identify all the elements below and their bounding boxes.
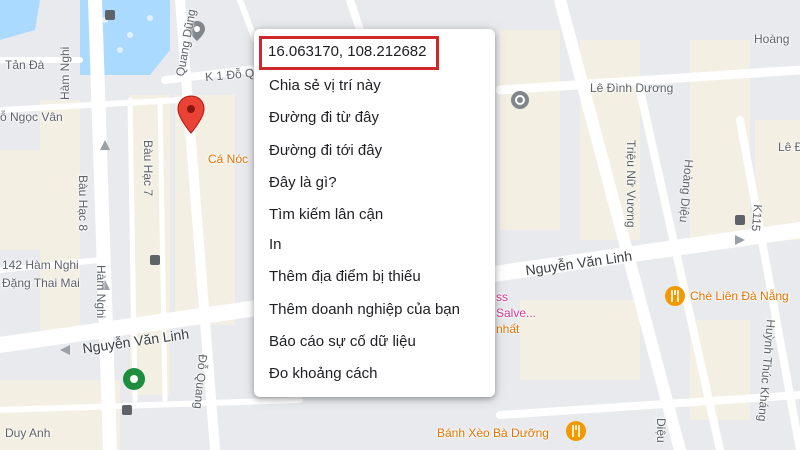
map-label: Lê Đ	[778, 140, 800, 154]
menu-item-add-missing-place[interactable]: Thêm địa điểm bị thiếu	[269, 268, 421, 285]
map-label: Hoàng	[754, 32, 790, 46]
menu-item-whats-here[interactable]: Đây là gì?	[269, 174, 337, 191]
menu-item-directions-from[interactable]: Đường đi từ đây	[269, 109, 379, 126]
map-label: 142 Hàm Nghi	[2, 258, 79, 272]
map-label: Diệu	[654, 418, 668, 443]
attraction-icon[interactable]	[510, 90, 530, 110]
menu-item-print[interactable]: In	[269, 236, 282, 253]
green-poi-icon[interactable]	[122, 367, 146, 391]
map-label: Triệu Nữ Vương	[624, 140, 638, 228]
coordinates-item[interactable]: 16.063170, 108.212682	[268, 43, 427, 60]
map-label: Bàu Hạc 8	[76, 175, 90, 232]
map-label: K115	[748, 203, 765, 233]
map-label: Tản Đà	[5, 58, 45, 72]
map-label: Duy Anh	[5, 426, 51, 440]
map-label: nhất	[496, 322, 520, 336]
restaurant-icon[interactable]	[565, 420, 587, 442]
menu-item-add-business[interactable]: Thêm doanh nghiệp của bạn	[269, 301, 460, 318]
menu-item-report-data-problem[interactable]: Báo cáo sự cố dữ liệu	[269, 333, 416, 350]
map-label: ss	[496, 290, 508, 304]
map-label: ỗ Ngọc Vân	[0, 110, 63, 124]
map-label: Bàu Hạc 7	[141, 140, 155, 197]
map-label: Salve...	[496, 306, 537, 320]
map-label: Lê Đình Dương	[590, 81, 674, 95]
location-pin-icon[interactable]	[176, 95, 206, 135]
map-label: Hàm Nghi	[58, 46, 72, 100]
map-label: Hàm Nghi	[94, 265, 108, 319]
map-label: Bánh Xèo Bà Dưỡng	[437, 426, 549, 440]
map-canvas[interactable]: Tản Đà Hàm Nghi Quang Dũng K 1 Đỗ Q ỗ Ng…	[0, 0, 800, 450]
menu-item-share-location[interactable]: Chia sẻ vị trí này	[269, 77, 381, 94]
menu-item-search-nearby[interactable]: Tìm kiếm lân cận	[269, 206, 383, 223]
restaurant-icon[interactable]	[664, 285, 686, 307]
map-label: Đặng Thai Mai	[2, 276, 80, 290]
map-label: Chè Liên Đà Nẵng	[690, 289, 789, 303]
menu-item-directions-to[interactable]: Đường đi tới đây	[269, 142, 382, 159]
menu-item-measure-distance[interactable]: Đo khoảng cách	[269, 365, 377, 382]
map-label: Cá Nóc	[208, 152, 249, 166]
